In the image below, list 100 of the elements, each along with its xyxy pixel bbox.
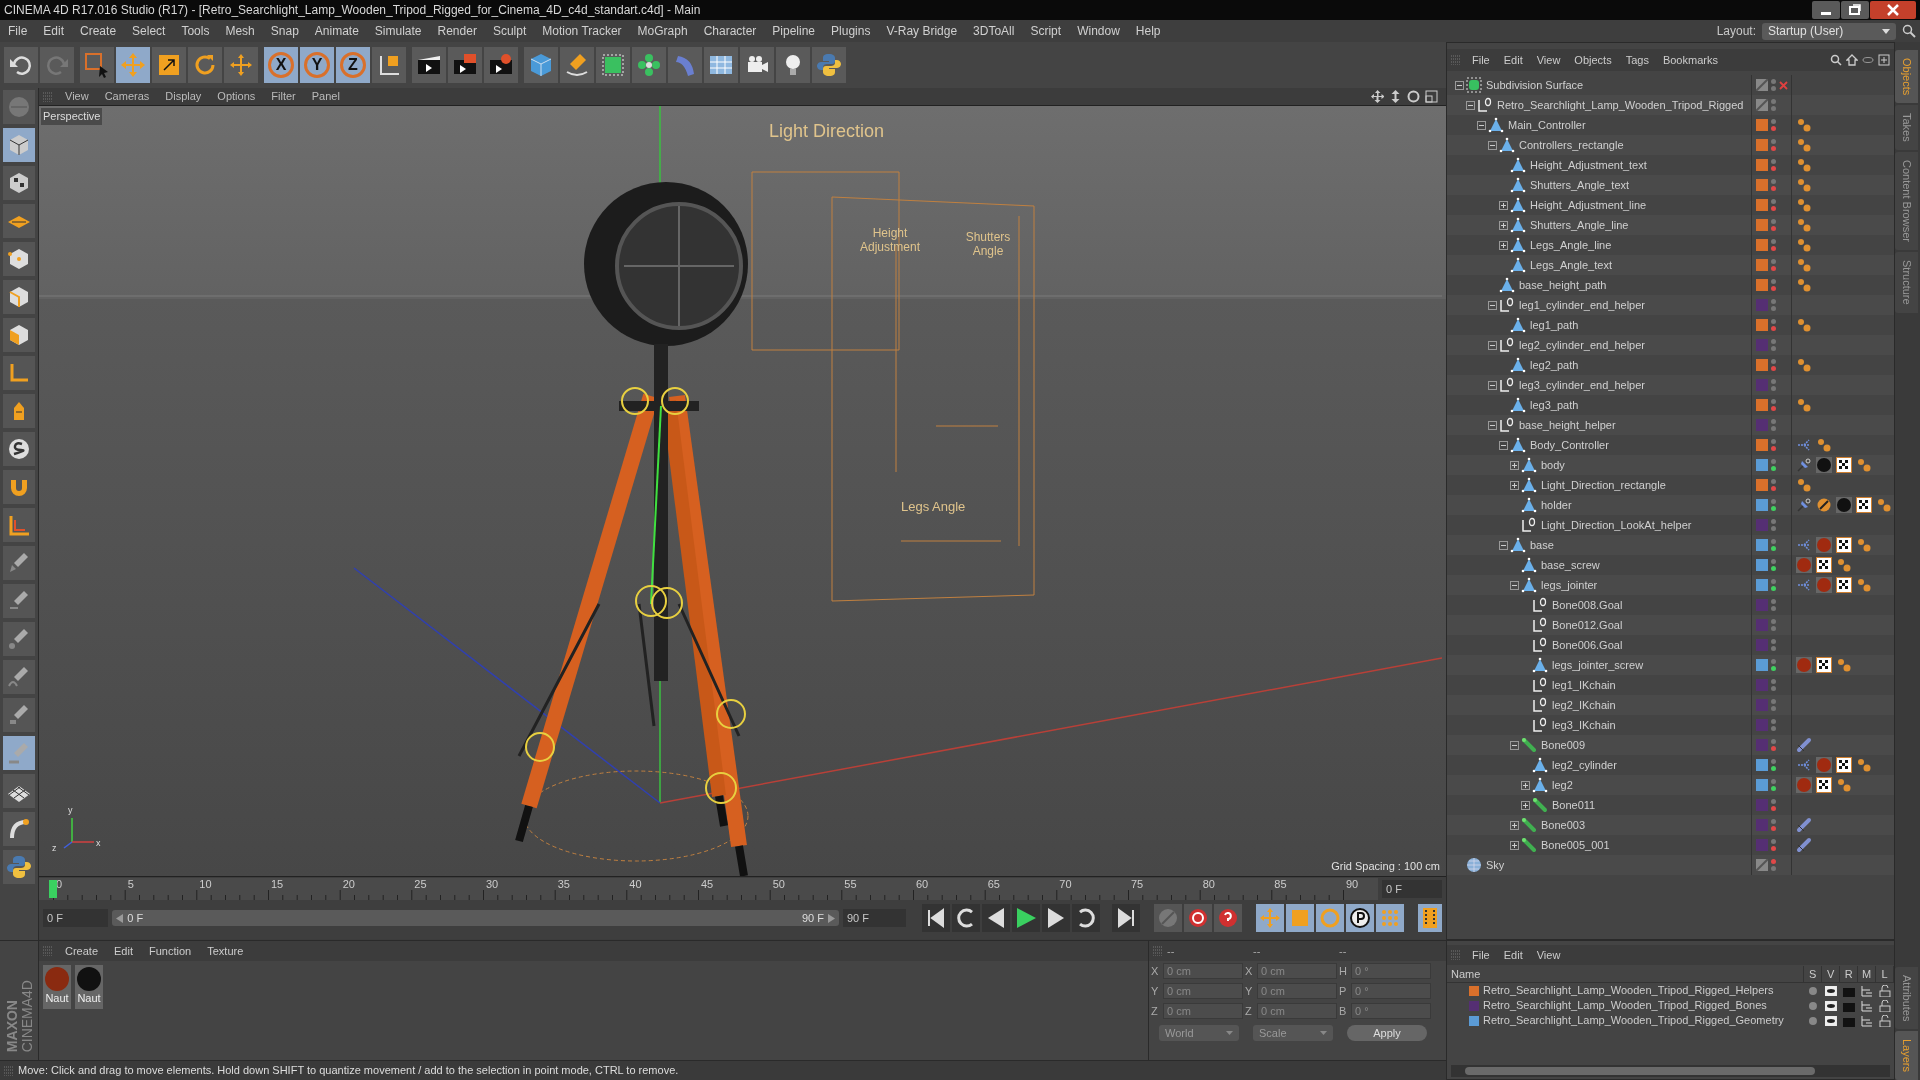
start-frame-field[interactable]: 0 F <box>43 909 109 927</box>
object-name[interactable]: Light_Direction_LookAt_helper <box>1541 516 1692 534</box>
object-name[interactable]: Bone009 <box>1541 736 1586 754</box>
object-name[interactable]: Bone012.Goal <box>1552 616 1623 634</box>
side-tab[interactable]: Attributes <box>1895 966 1918 1029</box>
layer-row[interactable]: Retro_Searchlight_Lamp_Wooden_Tripod_Rigged_Helpers <box>1447 983 1894 998</box>
menu-item[interactable]: Edit <box>35 22 73 40</box>
menu-item[interactable]: Texture <box>199 942 252 960</box>
object-row[interactable]: Controllers_rectangle <box>1447 135 1894 155</box>
object-row[interactable]: Bone003 <box>1447 815 1894 835</box>
object-name[interactable]: legs_jointer_screw <box>1552 656 1644 674</box>
menu-item[interactable]: Panel <box>303 88 348 105</box>
axis-lock-button[interactable]: X <box>264 47 298 83</box>
object-name[interactable]: holder <box>1541 496 1572 514</box>
object-row[interactable]: Sky <box>1447 855 1894 875</box>
menu-item[interactable]: Animate <box>306 22 367 40</box>
menu-item[interactable]: V-Ray Bridge <box>878 22 966 40</box>
menu-item[interactable]: Tags <box>1618 51 1656 69</box>
end-frame-field[interactable]: 90 F <box>843 909 907 927</box>
axis-lock-button[interactable]: Y <box>300 47 334 83</box>
object-row[interactable]: leg2_IKchain <box>1447 695 1894 715</box>
menu-item[interactable]: 3DToAll <box>965 22 1023 40</box>
menu-item[interactable]: Create <box>72 22 125 40</box>
layer-name[interactable]: Retro_Searchlight_Lamp_Wooden_Tripod_Rigged_Helpers <box>1483 982 1774 999</box>
object-name[interactable]: Legs_Angle_line <box>1530 236 1612 254</box>
menu-item[interactable]: View <box>57 88 97 105</box>
object-name[interactable]: base_height_helper <box>1519 416 1616 434</box>
menu-item[interactable]: Simulate <box>366 22 430 40</box>
object-row[interactable]: base_height_helper <box>1447 415 1894 435</box>
object-name[interactable]: Shutters_Angle_line <box>1530 216 1629 234</box>
object-row[interactable]: Bone012.Goal <box>1447 615 1894 635</box>
object-name[interactable]: base_height_path <box>1519 276 1607 294</box>
object-name[interactable]: Bone008.Goal <box>1552 596 1623 614</box>
object-row[interactable]: Shutters_Angle_text <box>1447 175 1894 195</box>
object-row[interactable]: legs_jointer_screw <box>1447 655 1894 675</box>
menu-item[interactable]: Tools <box>173 22 218 40</box>
layout-dropdown[interactable]: Startup (User) <box>1762 22 1896 40</box>
material-swatch[interactable]: Naut <box>75 965 103 1009</box>
object-row[interactable]: leg1_cylinder_end_helper <box>1447 295 1894 315</box>
menu-item[interactable]: Objects <box>1567 51 1619 69</box>
menu-item[interactable]: Script <box>1022 22 1070 40</box>
menu-item[interactable]: Snap <box>262 22 307 40</box>
object-name[interactable]: leg3_cylinder_end_helper <box>1519 376 1645 394</box>
menu-item[interactable]: Function <box>141 942 200 960</box>
menu-item[interactable]: Character <box>695 22 765 40</box>
menu-item[interactable]: Sculpt <box>484 22 535 40</box>
layer-name[interactable]: Retro_Searchlight_Lamp_Wooden_Tripod_Rigged_Geometry <box>1483 1012 1784 1029</box>
menu-item[interactable]: MoGraph <box>629 22 696 40</box>
material-swatch[interactable]: Naut <box>43 965 71 1009</box>
range-bar[interactable]: 0 F 90 F <box>112 910 839 926</box>
menu-item[interactable]: Mesh <box>217 22 263 40</box>
object-name[interactable]: leg1_cylinder_end_helper <box>1519 296 1645 314</box>
menu-item[interactable]: File <box>1465 51 1497 69</box>
object-name[interactable]: leg2_cylinder_end_helper <box>1519 336 1645 354</box>
object-row[interactable]: leg2 <box>1447 775 1894 795</box>
menu-item[interactable]: Render <box>429 22 485 40</box>
menu-item[interactable]: Bookmarks <box>1655 51 1725 69</box>
menu-item[interactable]: Edit <box>106 942 141 960</box>
object-name[interactable]: legs_jointer <box>1541 576 1598 594</box>
3d-viewport[interactable]: Perspective Light Direction Height Adjustment Shutters Angle Legs Angle y z x Grid Spacing : 100 cm <box>39 105 1446 877</box>
object-name[interactable]: Bone006.Goal <box>1552 636 1623 654</box>
object-name[interactable]: Retro_Searchlight_Lamp_Wooden_Tripod_Rigged <box>1497 96 1744 114</box>
menu-item[interactable]: View <box>1529 946 1568 964</box>
object-name[interactable]: Light_Direction_rectangle <box>1541 476 1666 494</box>
layer-row[interactable]: Retro_Searchlight_Lamp_Wooden_Tripod_Rigged_Geometry <box>1447 1013 1894 1028</box>
object-row[interactable]: base <box>1447 535 1894 555</box>
menu-item[interactable]: Select <box>124 22 174 40</box>
menu-item[interactable]: Help <box>1127 22 1169 40</box>
menu-item[interactable]: File <box>0 22 36 40</box>
object-name[interactable]: base <box>1530 536 1554 554</box>
object-name[interactable]: base_screw <box>1541 556 1600 574</box>
menu-item[interactable]: Motion Tracker <box>534 22 630 40</box>
object-row[interactable]: body <box>1447 455 1894 475</box>
menu-item[interactable]: View <box>1529 51 1568 69</box>
object-name[interactable]: Body_Controller <box>1530 436 1609 454</box>
object-name[interactable]: leg3_path <box>1530 396 1579 414</box>
side-tab[interactable]: Objects <box>1895 50 1918 104</box>
object-name[interactable]: Shutters_Angle_text <box>1530 176 1630 194</box>
layer-name[interactable]: Retro_Searchlight_Lamp_Wooden_Tripod_Rigged_Bones <box>1483 997 1767 1014</box>
object-row[interactable]: legs_jointer <box>1447 575 1894 595</box>
menu-item[interactable]: Window <box>1069 22 1128 40</box>
object-name[interactable]: body <box>1541 456 1565 474</box>
object-name[interactable]: Controllers_rectangle <box>1519 136 1624 154</box>
object-name[interactable]: leg2_path <box>1530 356 1579 374</box>
object-name[interactable]: leg1_path <box>1530 316 1579 334</box>
layer-row[interactable]: Retro_Searchlight_Lamp_Wooden_Tripod_Rigged_Bones <box>1447 998 1894 1013</box>
side-tab[interactable]: Structure <box>1895 252 1918 313</box>
object-row[interactable]: holder <box>1447 495 1894 515</box>
menu-item[interactable]: Cameras <box>96 88 158 105</box>
object-name[interactable]: Legs_Angle_text <box>1530 256 1612 274</box>
object-name[interactable]: leg2 <box>1552 776 1573 794</box>
object-row[interactable]: Shutters_Angle_line <box>1447 215 1894 235</box>
menu-item[interactable]: Display <box>157 88 210 105</box>
object-name[interactable]: Bone003 <box>1541 816 1586 834</box>
object-row[interactable]: Bone009 <box>1447 735 1894 755</box>
current-frame-field[interactable]: 0 F <box>1382 880 1442 898</box>
object-name[interactable]: leg3_IKchain <box>1552 716 1616 734</box>
axis-lock-button[interactable]: Z <box>336 47 370 83</box>
object-name[interactable]: Bone011 <box>1552 796 1596 814</box>
object-name[interactable]: Height_Adjustment_text <box>1530 156 1647 174</box>
